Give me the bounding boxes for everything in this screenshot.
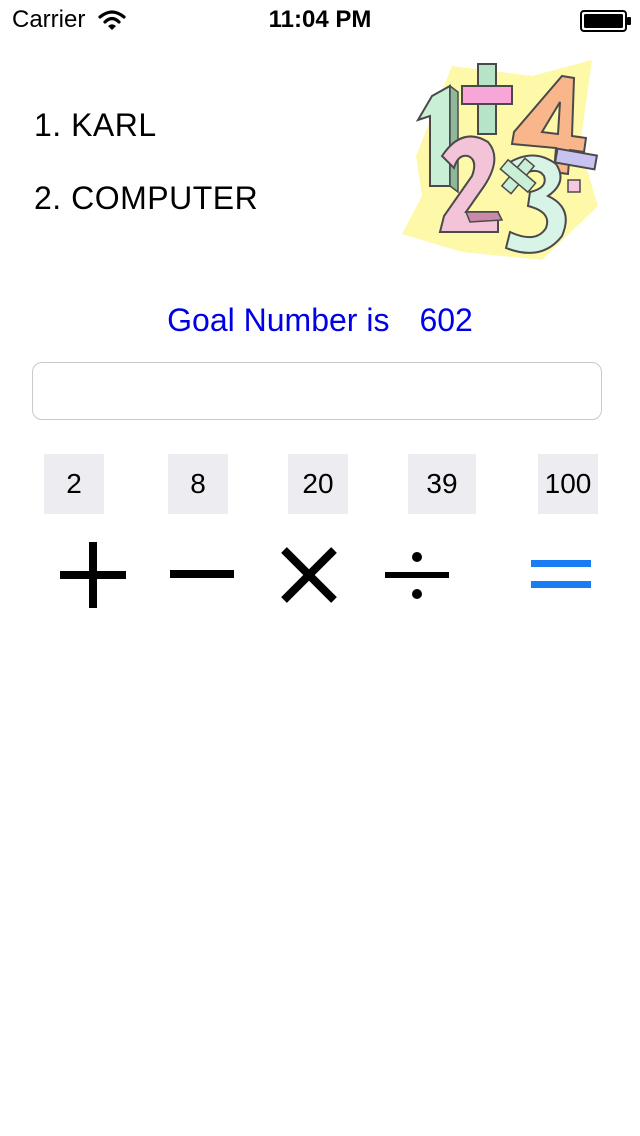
- expression-input[interactable]: [32, 362, 602, 420]
- plus-button[interactable]: [58, 540, 128, 610]
- game-screen: Carrier 11:04 PM 1. KARL 2. COMPUTER Goa…: [0, 0, 640, 1136]
- minus-icon: [170, 570, 234, 578]
- player-1-label: 1. KARL: [34, 107, 157, 143]
- math-numbers-illustration: [402, 60, 599, 260]
- equals-icon: [531, 560, 591, 588]
- plus-icon: [60, 542, 126, 608]
- status-time: 11:04 PM: [268, 6, 372, 33]
- equals-button[interactable]: [526, 540, 596, 610]
- number-tile[interactable]: 2: [44, 454, 104, 514]
- number-tile[interactable]: 20: [288, 454, 348, 514]
- goal-value: 602: [419, 302, 473, 338]
- multiply-button[interactable]: [274, 540, 344, 610]
- multiply-icon: [281, 547, 337, 603]
- number-tile[interactable]: 100: [538, 454, 598, 514]
- minus-button[interactable]: [166, 540, 236, 610]
- divide-button[interactable]: [382, 540, 452, 610]
- goal-number-display: Goal Number is 602: [0, 302, 640, 339]
- divide-icon: [385, 552, 449, 599]
- number-tile[interactable]: 8: [168, 454, 228, 514]
- battery-icon: [580, 10, 631, 32]
- player-2-label: 2. COMPUTER: [34, 180, 259, 216]
- status-bar: Carrier 11:04 PM: [0, 0, 640, 40]
- goal-label: Goal Number is: [167, 302, 390, 338]
- number-tile[interactable]: 39: [408, 454, 476, 514]
